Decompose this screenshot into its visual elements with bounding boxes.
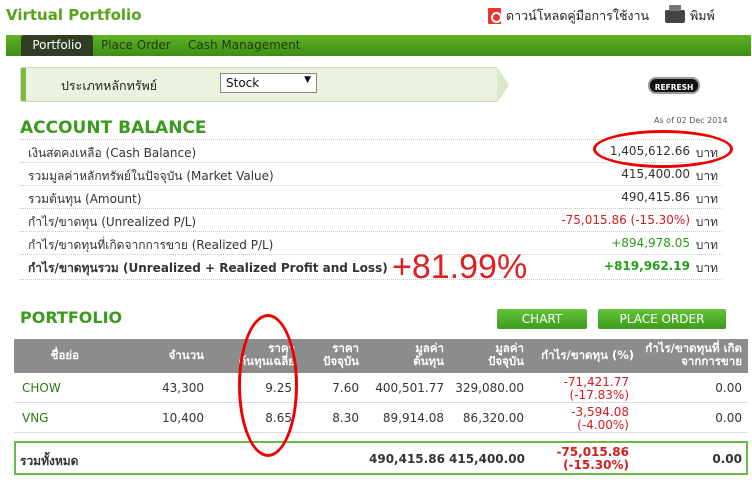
balance-label: รวมมูลค่าหลักทรัพย์ในปัจจุบัน (Market Va…: [28, 169, 274, 183]
balance-unit: บาท: [695, 238, 718, 252]
portfolio-heading: PORTFOLIO: [20, 308, 123, 327]
highlight-circle-avg-cost: [238, 314, 298, 457]
balance-unit: บาท: [695, 215, 718, 229]
total-realized: 0.00: [712, 452, 742, 466]
balance-value: +819,962.19: [604, 259, 690, 273]
balance-unit: บาท: [695, 192, 718, 206]
security-type-select[interactable]: Stock ▼: [220, 73, 317, 93]
balance-value: 415,400.00: [621, 167, 690, 181]
account-balance-heading: ACCOUNT BALANCE: [20, 118, 207, 138]
pl-cell: -3,594.08: [571, 405, 629, 419]
table-header: ชื่อย่อ จำนวน ราคา ต้นทุนเฉลี่ย ราคา ปัจ…: [14, 339, 748, 373]
balance-value: -75,015.86 (-15.30%): [561, 213, 690, 227]
realized-cell: 0.00: [715, 381, 742, 395]
balance-label: รวมต้นทุน (Amount): [28, 192, 142, 206]
balance-label: กำไร/ขาดทุน (Unrealized P/L): [28, 215, 197, 229]
tab-bar: Portfolio Place Order Cash Management: [6, 35, 751, 56]
balance-row-total-pl: กำไร/ขาดทุนรวม (Unrealized + Realized Pr…: [20, 254, 722, 280]
table-row: VNG 10,400 8.65 8.30 89,914.08 86,320.00…: [14, 403, 748, 433]
pl-pct-cell: (-4.00%): [577, 418, 629, 432]
security-type-label: ประเภทหลักทรัพย์: [61, 78, 158, 93]
total-row: รวมทั้งหมด 490,415.86 415,400.00 -75,015…: [14, 441, 748, 475]
pdf-icon: [488, 8, 502, 24]
balance-row-amount: รวมต้นทุน (Amount) 490,415.86 บาท: [20, 185, 722, 208]
download-manual-label: ดาวน์โหลดคู่มือการใช้งาน: [506, 8, 650, 23]
security-type-value: Stock: [226, 76, 260, 90]
chevron-down-icon: ▼: [304, 75, 311, 85]
highlight-circle-cash: [593, 130, 733, 168]
realized-cell: 0.00: [715, 411, 742, 425]
balance-row-unrealized: กำไร/ขาดทุน (Unrealized P/L) -75,015.86 …: [20, 208, 722, 231]
print-link[interactable]: พิมพ์: [665, 4, 715, 26]
symbol-link[interactable]: VNG: [22, 411, 48, 425]
tab-place-order[interactable]: Place Order: [101, 35, 171, 56]
col-cost-value: มูลค่า ต้นทุน: [413, 341, 444, 368]
print-label: พิมพ์: [690, 8, 715, 23]
price-cell: 7.60: [332, 381, 359, 395]
balance-label: กำไร/ขาดทุนรวม (Unrealized + Realized Pr…: [28, 261, 388, 275]
balance-row-realized: กำไร/ขาดทุนที่เกิดจากการขาย (Realized P/…: [20, 231, 722, 254]
qty-cell: 43,300: [162, 381, 204, 395]
cost-value-cell: 400,501.77: [375, 381, 444, 395]
pl-cell: -71,421.77: [563, 375, 629, 389]
balance-row-market-value: รวมมูลค่าหลักทรัพย์ในปัจจุบัน (Market Va…: [20, 162, 722, 185]
pl-pct-cell: (-17.83%): [569, 388, 629, 402]
balance-unit: บาท: [695, 169, 718, 183]
col-symbol: ชื่อย่อ: [50, 348, 79, 362]
chart-button[interactable]: CHART: [497, 309, 587, 329]
total-label: รวมทั้งหมด: [20, 454, 79, 468]
balance-value: 490,415.86: [621, 190, 690, 204]
col-qty: จำนวน: [168, 348, 204, 362]
filter-bar-arrow: [497, 67, 509, 103]
col-market-value: มูลค่า ปัจจุบัน: [488, 341, 524, 368]
total-market-value: 415,400.00: [449, 452, 525, 466]
col-realized: กำไร/ขาดทุนที่ เกิดจากการขาย: [645, 341, 742, 368]
download-manual-link[interactable]: ดาวน์โหลดคู่มือการใช้งาน: [488, 6, 649, 26]
symbol-link[interactable]: CHOW: [22, 381, 61, 395]
balance-label: เงินสดคงเหลือ (Cash Balance): [28, 146, 197, 160]
place-order-button[interactable]: PLACE ORDER: [598, 309, 726, 329]
qty-cell: 10,400: [162, 411, 204, 425]
balance-unit: บาท: [695, 261, 718, 275]
printer-icon: [665, 4, 685, 23]
return-annotation: +81.99%: [392, 248, 528, 286]
total-pl: -75,015.86: [556, 445, 629, 459]
cost-value-cell: 89,914.08: [382, 411, 444, 425]
col-price: ราคา ปัจจุบัน: [323, 341, 359, 368]
page-title: Virtual Portfolio: [6, 6, 142, 24]
as-of-date: As of 02 Dec 2014: [654, 116, 728, 125]
total-cost-value: 490,415.86: [369, 452, 445, 466]
col-pl: กำไร/ขาดทุน (%): [541, 348, 634, 362]
table-row: CHOW 43,300 9.25 7.60 400,501.77 329,080…: [14, 373, 748, 403]
refresh-button[interactable]: REFRESH: [648, 77, 700, 94]
market-value-cell: 329,080.00: [455, 381, 524, 395]
balance-value: +894,978.05: [611, 236, 690, 250]
balance-label: กำไร/ขาดทุนที่เกิดจากการขาย (Realized P/…: [28, 238, 274, 252]
market-value-cell: 86,320.00: [462, 411, 524, 425]
price-cell: 8.30: [332, 411, 359, 425]
total-pl-pct: (-15.30%): [563, 458, 629, 472]
tab-cash-management[interactable]: Cash Management: [188, 35, 300, 56]
tab-portfolio[interactable]: Portfolio: [21, 35, 93, 56]
